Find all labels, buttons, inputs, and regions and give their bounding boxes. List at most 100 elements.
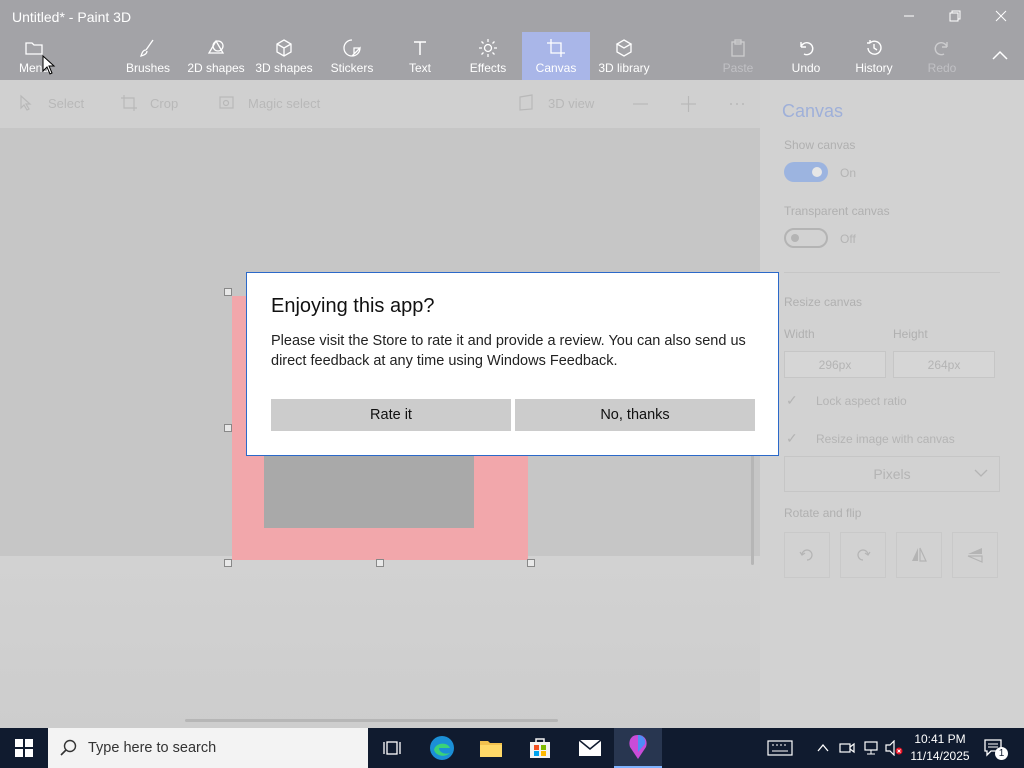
no-thanks-button[interactable]: No, thanks — [515, 399, 755, 431]
units-dropdown[interactable]: Pixels — [784, 456, 1000, 492]
rate-it-button[interactable]: Rate it — [271, 399, 511, 431]
rotate-right-button[interactable] — [840, 532, 886, 578]
magic-select-icon — [219, 96, 234, 109]
rotate-left-button[interactable] — [784, 532, 830, 578]
workspace-floor — [0, 556, 760, 728]
height-input[interactable]: 264px — [893, 351, 995, 378]
meet-now-button[interactable] — [836, 728, 858, 768]
ribbon-text-label: Text — [408, 61, 431, 75]
select-tool[interactable]: Select — [18, 94, 84, 112]
gray-rectangle-shape[interactable] — [264, 456, 474, 528]
horizontal-scrollbar[interactable] — [185, 719, 558, 722]
rotate-flip-label: Rotate and flip — [784, 506, 862, 520]
start-button[interactable] — [0, 728, 48, 768]
network-button[interactable] — [860, 728, 882, 768]
resize-image-checkbox[interactable]: ✓ Resize image with canvas — [786, 430, 955, 447]
ribbon-history-button[interactable]: History — [850, 32, 898, 80]
folder-icon — [25, 42, 43, 55]
task-view-button[interactable] — [368, 728, 416, 768]
resize-handle-bottom-left[interactable] — [224, 559, 232, 567]
flip-horizontal-button[interactable] — [896, 532, 942, 578]
input-indicator-button[interactable] — [760, 728, 800, 768]
camera-icon — [839, 742, 855, 754]
minimize-icon — [904, 15, 914, 17]
resize-handle-top-left[interactable] — [224, 288, 232, 296]
windows-logo-icon — [15, 739, 33, 757]
ribbon-3d-shapes-label: 3D shapes — [255, 61, 313, 75]
paint-3d-icon — [629, 735, 647, 759]
resize-handle-middle-left[interactable] — [224, 424, 232, 432]
resize-handle-bottom-middle[interactable] — [376, 559, 384, 567]
canvas-icon — [547, 39, 565, 57]
canvas-panel: Canvas Show canvas On Transparent canvas… — [760, 80, 1024, 728]
transparent-canvas-toggle[interactable] — [784, 228, 828, 248]
units-dropdown-value: Pixels — [873, 466, 911, 482]
ribbon-brushes-label: Brushes — [125, 61, 171, 75]
notifications-button[interactable]: 1 — [978, 728, 1010, 768]
ribbon-redo-label: Redo — [927, 61, 957, 75]
ribbon-3d-library-button[interactable]: 3D library — [596, 32, 652, 80]
ribbon-2d-shapes-button[interactable]: 2D shapes — [184, 32, 248, 80]
resize-image-label: Resize image with canvas — [816, 431, 955, 446]
ribbon-effects-label: Effects — [469, 61, 507, 75]
ribbon-undo-button[interactable]: Undo — [782, 32, 830, 80]
vertical-scrollbar[interactable] — [751, 455, 754, 565]
crop-tool[interactable]: Crop — [120, 94, 178, 112]
microsoft-store-button[interactable] — [516, 728, 564, 768]
ribbon-canvas-button[interactable]: Canvas — [522, 32, 590, 80]
lock-aspect-checkbox[interactable]: ✓ Lock aspect ratio — [786, 392, 907, 409]
ellipsis-icon — [730, 103, 744, 105]
ribbon-2d-shapes-label: 2D shapes — [187, 61, 245, 75]
more-options-button[interactable] — [728, 95, 758, 113]
chevron-up-icon — [817, 743, 829, 752]
ribbon-paste-button[interactable]: Paste — [714, 32, 762, 80]
ribbon-canvas-label: Canvas — [535, 61, 577, 75]
width-input[interactable]: 296px — [784, 351, 886, 378]
show-hidden-icons-button[interactable] — [812, 728, 834, 768]
paint-3d-taskbar-button[interactable] — [614, 728, 662, 768]
collapse-ribbon-button[interactable] — [982, 32, 1018, 80]
taskbar-search-box[interactable]: Type here to search — [48, 728, 368, 768]
undo-icon — [800, 41, 814, 56]
file-explorer-button[interactable] — [467, 728, 515, 768]
mail-icon — [578, 739, 602, 756]
minimize-button[interactable] — [886, 0, 932, 32]
folder-icon — [480, 741, 502, 757]
mail-button[interactable] — [566, 728, 614, 768]
2d-shapes-icon — [207, 39, 225, 54]
ribbon-3d-shapes-button[interactable]: 3D shapes — [252, 32, 316, 80]
3d-view-toggle[interactable]: 3D view — [518, 94, 594, 112]
width-label: Width — [784, 327, 815, 341]
crop-tool-label: Crop — [150, 95, 179, 111]
rotate-right-icon — [857, 549, 871, 561]
taskbar-clock[interactable]: 10:41 PM 11/14/2025 — [900, 731, 980, 765]
close-button[interactable] — [978, 0, 1024, 32]
rotate-left-icon — [799, 549, 813, 561]
ribbon-stickers-button[interactable]: Stickers — [324, 32, 380, 80]
title-and-ribbon-bar: Untitled* - Paint 3D Menu Brushes 2D sha… — [0, 0, 1024, 80]
flip-vertical-icon — [967, 548, 983, 563]
show-canvas-toggle[interactable] — [784, 162, 828, 182]
zoom-out-button[interactable] — [632, 95, 662, 113]
panel-divider — [784, 272, 1000, 273]
restore-button[interactable] — [932, 0, 978, 32]
brush-icon — [140, 39, 154, 57]
checkmark-icon: ✓ — [786, 430, 798, 446]
paste-icon — [731, 39, 745, 57]
history-icon — [867, 40, 882, 55]
sun-icon — [479, 39, 497, 57]
ribbon-effects-button[interactable]: Effects — [464, 32, 512, 80]
edge-browser-button[interactable] — [418, 728, 466, 768]
magic-select-tool[interactable]: Magic select — [218, 94, 320, 112]
sticker-icon — [343, 39, 361, 57]
ribbon-text-button[interactable]: Text — [396, 32, 444, 80]
3d-view-label: 3D view — [548, 95, 595, 111]
minus-icon — [633, 103, 648, 105]
resize-handle-bottom-right[interactable] — [527, 559, 535, 567]
zoom-in-button[interactable] — [680, 95, 710, 113]
search-icon — [60, 739, 77, 756]
ribbon-stickers-label: Stickers — [330, 61, 374, 75]
ribbon-brushes-button[interactable]: Brushes — [120, 32, 176, 80]
flip-vertical-button[interactable] — [952, 532, 998, 578]
ribbon-redo-button[interactable]: Redo — [918, 32, 966, 80]
